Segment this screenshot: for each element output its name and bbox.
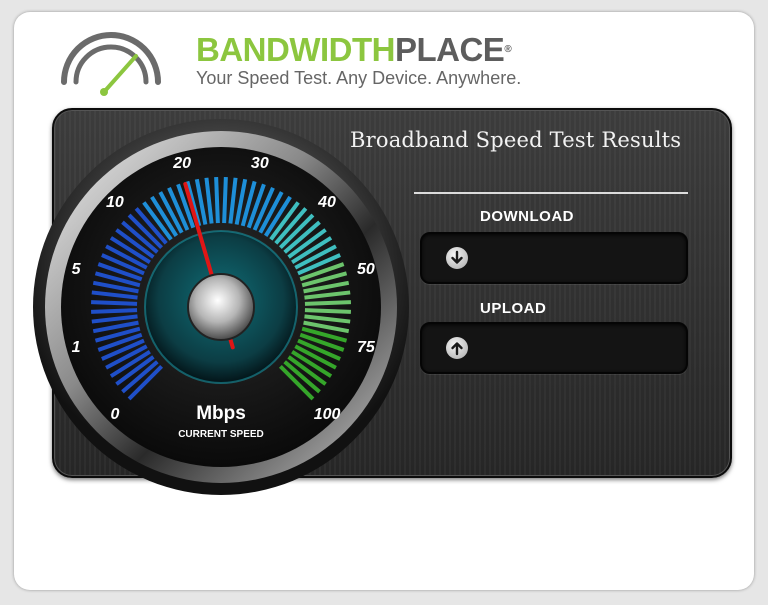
- gauge-hub: [187, 273, 255, 341]
- gauge-tick: [91, 308, 138, 314]
- gauge-scale-label: 100: [314, 406, 341, 423]
- gauge-scale-label: 30: [251, 155, 269, 172]
- gauge-scale-label: 75: [357, 339, 376, 356]
- gauge-scale-label: 40: [317, 194, 336, 211]
- download-result-box: [420, 232, 688, 284]
- gauge-tick: [214, 177, 220, 224]
- gauge-tick: [91, 300, 138, 306]
- divider: [414, 192, 688, 194]
- arrow-down-icon: [446, 247, 468, 269]
- upload-label: UPLOAD: [480, 300, 547, 317]
- gauge-tick: [304, 308, 351, 314]
- gauge-tick: [222, 177, 228, 224]
- gauge-scale-label: 0: [110, 406, 119, 423]
- speedometer-gauge: 0 1 5 10 20 30 40 50 75 100 Mbps CURRENT SPEED: [33, 119, 409, 495]
- speedometer-logo-icon: [61, 32, 161, 96]
- gauge-scale-label: 20: [172, 155, 191, 172]
- gauge-scale-label: 5: [72, 261, 82, 278]
- gauge-unit: Mbps: [196, 403, 246, 424]
- gauge-scale-label: 10: [106, 194, 124, 211]
- gauge-tick: [304, 300, 351, 306]
- arrow-up-icon: [446, 337, 468, 359]
- gauge-scale-label: 50: [357, 261, 375, 278]
- upload-result-box: [420, 322, 688, 374]
- brand-logo-text: BANDWIDTHPLACE®: [196, 31, 512, 68]
- gauge-scale-label: 1: [72, 339, 81, 356]
- gauge-caption: CURRENT SPEED: [178, 429, 264, 440]
- tagline: Your Speed Test. Any Device. Anywhere.: [196, 68, 522, 88]
- download-label: DOWNLOAD: [480, 208, 574, 225]
